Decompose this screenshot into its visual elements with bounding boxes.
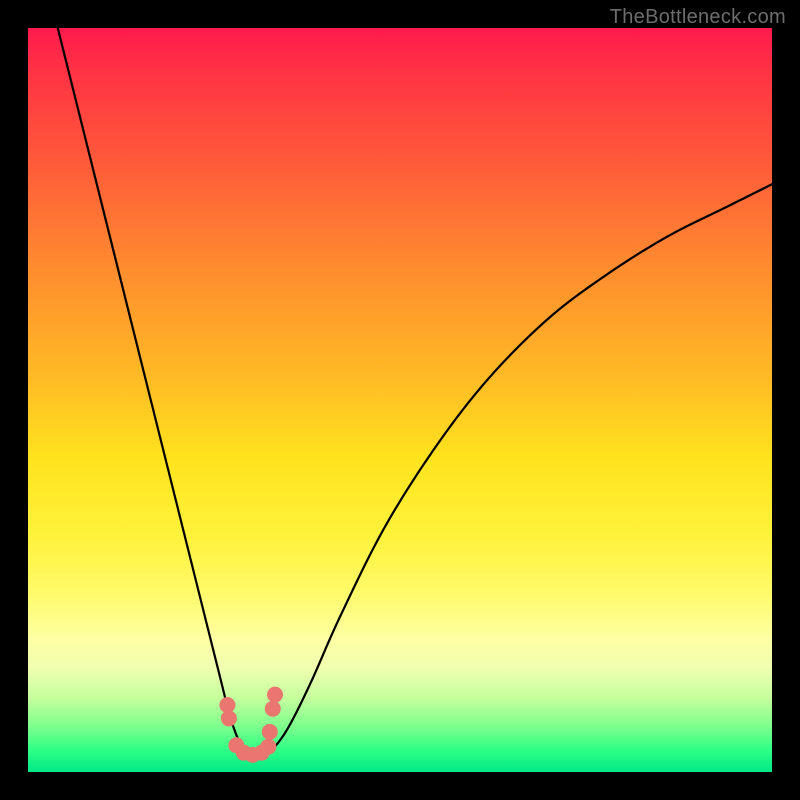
marker-dot [262,724,278,740]
marker-dot [221,710,237,726]
outer-frame: TheBottleneck.com [0,0,800,800]
bottleneck-curve-path [58,28,772,755]
marker-dots [219,687,283,763]
marker-dot [267,687,283,703]
marker-dot [265,701,281,717]
watermark-text: TheBottleneck.com [610,6,786,29]
plot-area [28,28,772,772]
chart-svg [28,28,772,772]
marker-dot [260,739,276,755]
bottleneck-curve [58,28,772,755]
